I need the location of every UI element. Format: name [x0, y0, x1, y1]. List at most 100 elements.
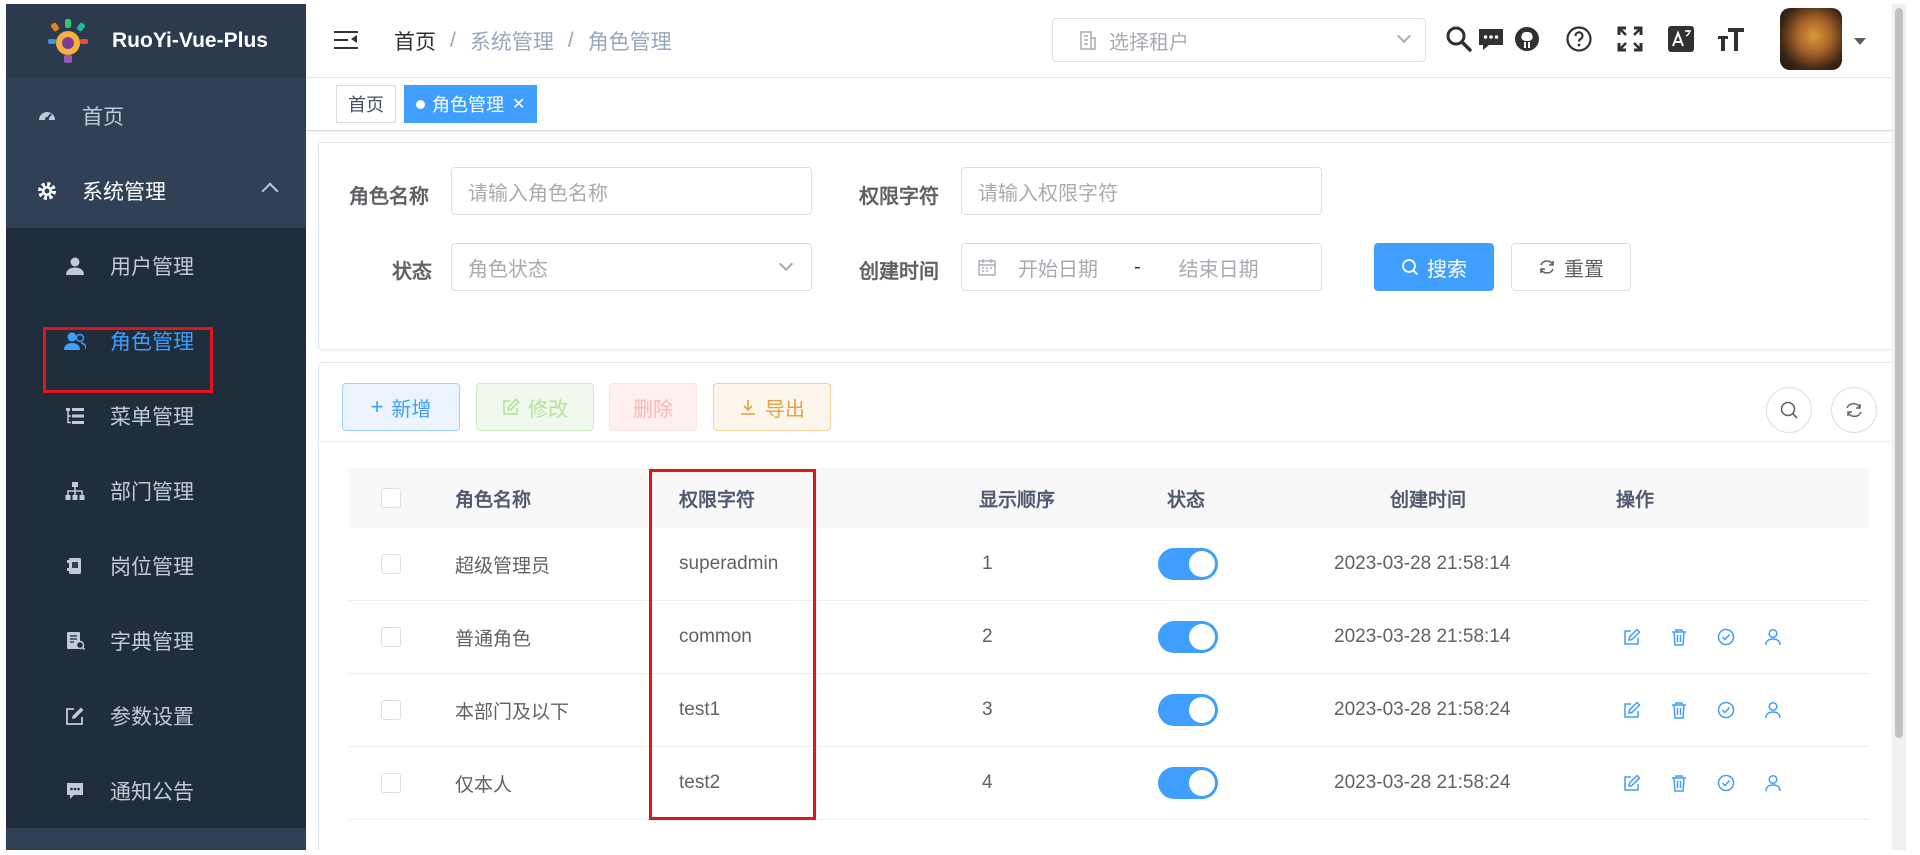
- user-icon[interactable]: [1762, 772, 1784, 794]
- edit-icon[interactable]: [1621, 699, 1643, 721]
- sidebar-item-label: 通知公告: [110, 780, 194, 804]
- chevron-down-icon: [778, 256, 794, 272]
- breadcrumb-system: 系统管理: [469, 30, 554, 54]
- language-icon[interactable]: [1664, 22, 1698, 56]
- reset-button[interactable]: 重置: [1511, 243, 1631, 291]
- message-icon: [64, 780, 86, 802]
- row-checkbox[interactable]: [381, 528, 401, 600]
- highlight-annotation-role-key-column: [649, 469, 816, 820]
- row-checkbox[interactable]: [381, 747, 401, 819]
- delete-icon[interactable]: [1668, 772, 1690, 794]
- delete-button-label: 删除: [633, 398, 673, 421]
- sidebar-item-depts[interactable]: 部门管理: [6, 453, 306, 528]
- date-range-picker[interactable]: 开始日期 - 结束日期: [961, 243, 1322, 291]
- add-button-label: 新增: [391, 398, 432, 421]
- add-button[interactable]: + 新增: [342, 383, 460, 431]
- dict-icon: [64, 630, 86, 652]
- column-header: 创建时间: [1390, 489, 1467, 511]
- hamburger-icon[interactable]: [334, 30, 360, 52]
- search-icon: [1779, 400, 1799, 420]
- role-name-cell: 仅本人: [455, 774, 513, 796]
- edit-icon[interactable]: [1621, 626, 1643, 648]
- circle-check-icon[interactable]: [1715, 699, 1737, 721]
- status-switch[interactable]: [1158, 601, 1218, 673]
- refresh-table-button[interactable]: [1831, 387, 1877, 433]
- sidebar: RuoYi-Vue-Plus 首页 系统管理 用户管理 角色管理 菜单管理 部门…: [6, 4, 306, 850]
- role-name-cell: 普通角色: [455, 628, 532, 650]
- sidebar-item-posts[interactable]: 岗位管理: [6, 528, 306, 603]
- row-actions: [1621, 674, 1809, 746]
- table-header: 角色名称 权限字符 显示顺序 状态 创建时间 操作: [349, 468, 1869, 528]
- status-switch[interactable]: [1158, 674, 1218, 746]
- close-icon[interactable]: ✕: [512, 94, 525, 114]
- edit-button[interactable]: 修改: [476, 383, 594, 431]
- scrollbar[interactable]: [1892, 4, 1906, 850]
- caret-down-icon[interactable]: [1854, 38, 1866, 45]
- fullscreen-icon[interactable]: [1613, 22, 1647, 56]
- chevron-up-icon: [261, 182, 279, 200]
- role-key-input[interactable]: 请输入权限字符: [961, 167, 1322, 215]
- breadcrumb-separator: /: [567, 28, 574, 52]
- start-date-placeholder[interactable]: 开始日期: [1018, 253, 1098, 282]
- status-switch[interactable]: [1158, 747, 1218, 819]
- sidebar-item-home[interactable]: 首页: [6, 78, 306, 153]
- logo-row: RuoYi-Vue-Plus: [6, 4, 306, 78]
- column-header: 角色名称: [455, 489, 532, 511]
- column-header: 显示顺序: [979, 489, 1056, 511]
- help-icon[interactable]: [1562, 22, 1596, 56]
- select-all-checkbox[interactable]: [381, 468, 401, 528]
- sidebar-item-label: 部门管理: [110, 480, 194, 504]
- gear-icon: [36, 180, 58, 202]
- status-switch[interactable]: [1158, 528, 1218, 600]
- breadcrumb-home[interactable]: 首页: [394, 26, 436, 56]
- sidebar-item-dicts[interactable]: 字典管理: [6, 603, 306, 678]
- status-select[interactable]: 角色状态: [451, 243, 812, 291]
- tag-roles[interactable]: 角色管理 ✕: [404, 85, 538, 123]
- order-cell: 1: [982, 553, 993, 574]
- delete-icon[interactable]: [1668, 699, 1690, 721]
- table-row: 本部门及以下 test1 3 2023-03-28 21:58:24: [349, 674, 1869, 747]
- breadcrumb-current: 角色管理: [587, 30, 672, 54]
- tenant-placeholder: 选择租户: [1109, 31, 1189, 54]
- dashboard-icon: [36, 105, 58, 127]
- role-name-input[interactable]: 请输入角色名称: [451, 167, 812, 215]
- user-icon[interactable]: [1762, 699, 1784, 721]
- row-checkbox[interactable]: [381, 674, 401, 746]
- github-icon[interactable]: [1510, 22, 1544, 56]
- tenant-select[interactable]: 选择租户: [1052, 18, 1426, 62]
- app-title: RuoYi-Vue-Plus: [112, 29, 268, 52]
- navbar: 首页 / 系统管理 / 角色管理 选择租户: [306, 4, 1906, 78]
- sidebar-item-label: 首页: [82, 105, 124, 129]
- search-button[interactable]: 搜索: [1374, 243, 1494, 291]
- sidebar-item-users[interactable]: 用户管理: [6, 228, 306, 303]
- sidebar-item-label: 字典管理: [110, 630, 194, 654]
- avatar[interactable]: [1780, 8, 1842, 70]
- tag-home[interactable]: 首页: [336, 85, 396, 123]
- sidebar-item-label: 岗位管理: [110, 555, 194, 579]
- created-time-cell: 2023-03-28 21:58:24: [1334, 699, 1511, 720]
- sidebar-item-config[interactable]: 参数设置: [6, 678, 306, 753]
- circle-check-icon[interactable]: [1715, 626, 1737, 648]
- refresh-icon: [1538, 258, 1556, 276]
- active-dot-icon: [416, 99, 425, 109]
- sidebar-item-system[interactable]: 系统管理: [6, 153, 306, 228]
- search-icon[interactable]: [1442, 22, 1476, 56]
- status-label: 状态: [392, 261, 432, 283]
- font-size-icon[interactable]: [1714, 22, 1748, 56]
- role-key-label: 权限字符: [859, 186, 939, 208]
- chat-icon[interactable]: [1474, 22, 1508, 56]
- row-checkbox[interactable]: [381, 601, 401, 673]
- delete-icon[interactable]: [1668, 626, 1690, 648]
- sidebar-item-label: 菜单管理: [110, 405, 194, 429]
- toggle-search-button[interactable]: [1766, 387, 1812, 433]
- circle-check-icon[interactable]: [1715, 772, 1737, 794]
- end-date-placeholder[interactable]: 结束日期: [1179, 253, 1259, 282]
- role-name-cell: 本部门及以下: [455, 701, 570, 723]
- user-icon[interactable]: [1762, 626, 1784, 648]
- export-button[interactable]: 导出: [713, 383, 831, 431]
- delete-button[interactable]: 删除: [609, 383, 697, 431]
- edit-icon[interactable]: [1621, 772, 1643, 794]
- sidebar-item-notices[interactable]: 通知公告: [6, 753, 306, 828]
- edit-icon: [502, 398, 520, 416]
- scrollbar-thumb[interactable]: [1895, 8, 1903, 738]
